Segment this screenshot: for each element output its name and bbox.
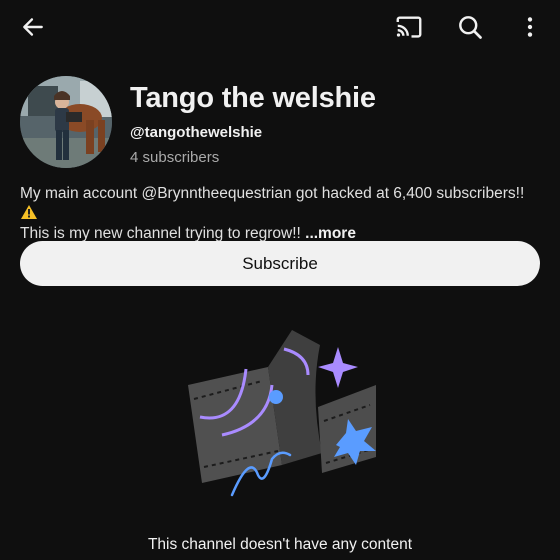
channel-description[interactable]: My main account @Brynntheequestrian got … bbox=[20, 184, 545, 244]
channel-handle: @tangothewelshie bbox=[130, 124, 263, 141]
arrow-back-icon[interactable] bbox=[14, 8, 52, 46]
channel-avatar[interactable] bbox=[20, 76, 112, 168]
empty-state-message: This channel doesn't have any content bbox=[147, 536, 413, 553]
more-link[interactable]: ...more bbox=[305, 225, 356, 242]
more-vertical-icon[interactable] bbox=[511, 8, 549, 46]
empty-channel-illustration bbox=[180, 325, 380, 505]
channel-name: Tango the welshie bbox=[130, 82, 376, 114]
subscriber-count: 4 subscribers bbox=[130, 149, 220, 166]
top-app-bar bbox=[0, 0, 560, 54]
warning-icon bbox=[20, 204, 38, 220]
channel-header: Tango the welshie @tangothewelshie 4 sub… bbox=[20, 76, 540, 170]
search-icon[interactable] bbox=[451, 8, 489, 46]
description-line-1: My main account @Brynntheequestrian got … bbox=[20, 185, 525, 202]
subscribe-button[interactable]: Subscribe bbox=[20, 241, 540, 286]
description-line-2: This is my new channel trying to regrow!… bbox=[20, 225, 306, 242]
cast-icon[interactable] bbox=[390, 8, 428, 46]
